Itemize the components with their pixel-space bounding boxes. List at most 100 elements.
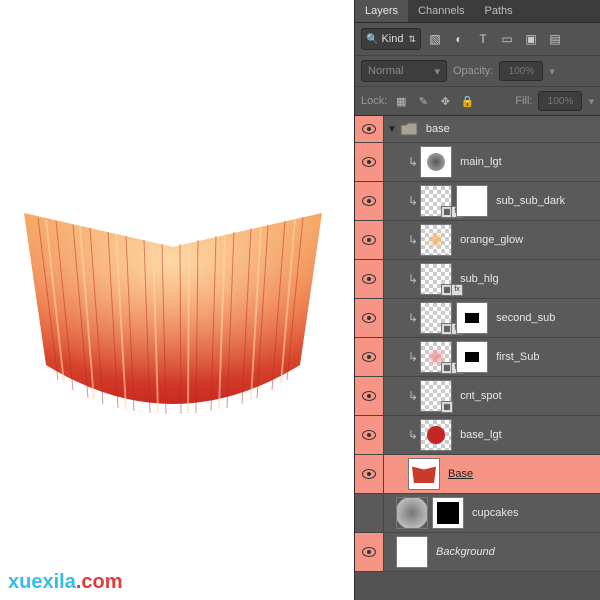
clip-arrow-icon: ↳ [408,194,418,208]
blend-mode-select[interactable]: Normal ▾ [361,60,447,82]
fill-label: Fill: [515,95,532,107]
tab-channels[interactable]: Channels [408,0,474,22]
clip-arrow-icon: ↳ [408,272,418,286]
layer-sub_hlg[interactable]: ↳▦fx sub_hlg [355,260,600,299]
filter-type-icon[interactable]: T [473,29,493,49]
lock-position-icon[interactable]: ✥ [437,93,453,109]
layer-cupcakes[interactable]: cupcakes [355,494,600,533]
lock-label: Lock: [361,95,387,107]
eye-icon [362,157,376,167]
fill-input[interactable]: 100% [538,91,582,111]
layer-main_lgt[interactable]: ↳ main_lgt [355,143,600,182]
visibility-toggle[interactable] [355,260,384,298]
filter-toggle-icon[interactable]: ▤ [545,29,565,49]
layer-name: sub_sub_dark [496,195,565,207]
tab-paths[interactable]: Paths [475,0,523,22]
layer-name: orange_glow [460,234,523,246]
tab-layers[interactable]: Layers [355,0,408,22]
layer-thumbnail: ▦ [420,380,452,412]
layers-list: ▼ base ↳main_lgt↳▦fxsub_sub_dark↳orange_… [355,116,600,600]
visibility-toggle[interactable] [355,116,384,142]
visibility-toggle[interactable] [355,143,384,181]
layer-name: cupcakes [472,507,518,519]
layer-name: main_lgt [460,156,502,168]
layer-group-base[interactable]: ▼ base [355,116,600,143]
disclosure-triangle-icon[interactable]: ▼ [387,124,397,135]
clip-arrow-icon: ↳ [408,155,418,169]
eye-icon [362,547,376,557]
layers-panel: Layers Channels Paths 🔍 Kind ⇅ ▧ ◐ T ▭ ▣… [354,0,600,600]
layer-name: Background [436,546,495,558]
layer-name: Base [448,468,473,480]
lock-all-icon[interactable]: 🔒 [459,93,475,109]
lock-transparent-icon[interactable]: ▦ [393,93,409,109]
filter-kind-label: Kind [381,33,403,45]
layer-first_Sub[interactable]: ↳▦fx first_Sub [355,338,600,377]
layer-name: cnt_spot [460,390,502,402]
eye-icon [362,352,376,362]
layer-mask-thumbnail [456,185,488,217]
opacity-input[interactable]: 100% [499,61,543,81]
layer-thumbnail [420,224,452,256]
lock-row: Lock: ▦ ✎ ✥ 🔒 Fill: 100% ▾ [355,87,600,116]
folder-icon [400,122,418,136]
layer-mask-thumbnail [456,302,488,334]
layer-sub_sub_dark[interactable]: ↳▦fx sub_sub_dark [355,182,600,221]
filter-adjustment-icon[interactable]: ◐ [449,29,469,49]
canvas: xuexila.com [0,0,354,600]
eye-icon [362,235,376,245]
layer-thumbnail [420,146,452,178]
visibility-toggle[interactable] [355,338,384,376]
layer-second_sub[interactable]: ↳▦fxsecond_sub [355,299,600,338]
layer-orange_glow[interactable]: ↳orange_glow [355,221,600,260]
chevron-down-icon: ▾ [434,65,440,78]
layer-base[interactable]: Base [355,455,600,494]
layer-thumbnail [408,458,440,490]
filter-pixel-icon[interactable]: ▧ [425,29,445,49]
layer-background[interactable]: Background [355,533,600,572]
layer-name: base_lgt [460,429,502,441]
filter-kind-select[interactable]: 🔍 Kind ⇅ [361,28,421,50]
lock-image-icon[interactable]: ✎ [415,93,431,109]
filter-smart-icon[interactable]: ▣ [521,29,541,49]
eye-icon [362,391,376,401]
artwork-cupcake-base [18,195,328,430]
eye-icon [362,274,376,284]
layer-thumbnail: ▦fx [420,341,452,373]
layer-cnt_spot[interactable]: ↳▦cnt_spot [355,377,600,416]
layer-name: first_Sub [496,351,539,363]
opacity-label: Opacity: [453,65,493,77]
layer-thumbnail [420,419,452,451]
watermark: xuexila.com [8,571,123,594]
visibility-toggle[interactable] [355,416,384,454]
visibility-toggle[interactable] [355,221,384,259]
layer-thumbnail [396,497,428,529]
layer-base_lgt[interactable]: ↳base_lgt [355,416,600,455]
layer-thumbnail: ▦fx [420,185,452,217]
clip-arrow-icon: ↳ [408,311,418,325]
visibility-toggle[interactable] [355,182,384,220]
layer-thumbnail: ▦fx [420,263,452,295]
filter-shape-icon[interactable]: ▭ [497,29,517,49]
visibility-toggle[interactable] [355,455,384,493]
blend-mode-value: Normal [368,65,403,77]
watermark-text-a: xuexila [8,571,76,593]
layer-mask-thumbnail [456,341,488,373]
layer-name: sub_hlg [460,273,499,285]
layer-thumbnail: ▦fx [420,302,452,334]
blend-row: Normal ▾ Opacity: 100% ▾ [355,56,600,87]
visibility-toggle[interactable] [355,377,384,415]
eye-icon [362,196,376,206]
panel-tabs: Layers Channels Paths [355,0,600,23]
clip-arrow-icon: ↳ [408,350,418,364]
link-badge-icon: ▦ [441,401,453,413]
chevron-down-icon[interactable]: ▾ [588,95,594,108]
visibility-toggle[interactable] [355,494,384,532]
chevron-down-icon[interactable]: ▾ [549,65,555,78]
visibility-toggle[interactable] [355,299,384,337]
eye-icon [362,430,376,440]
visibility-toggle[interactable] [355,533,384,571]
layer-thumbnail [396,536,428,568]
fx-badge-icon: fx [451,284,463,296]
search-icon: 🔍 [366,34,378,45]
